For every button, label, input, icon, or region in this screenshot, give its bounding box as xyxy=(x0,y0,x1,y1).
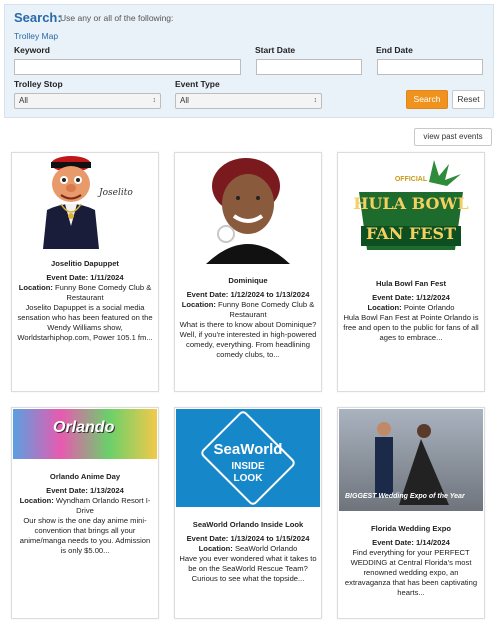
image-text: INSIDE xyxy=(231,461,265,472)
event-description: Find everything for your PERFECT WEDDING… xyxy=(344,548,478,597)
reset-button[interactable]: Reset xyxy=(452,90,485,109)
trolley-stop-value: All xyxy=(19,96,28,105)
event-image-anime: Orlando xyxy=(13,409,157,459)
event-date-label: Event Date: xyxy=(186,534,229,543)
event-location: Pointe Orlando xyxy=(403,303,455,312)
start-date-label: Start Date xyxy=(255,45,296,55)
event-name: SeaWorld Orlando Inside Look xyxy=(192,520,304,529)
event-description: Hula Bowl Fan Fest at Pointe Orlando is … xyxy=(343,313,479,342)
event-date: 1/14/2024 xyxy=(416,538,450,547)
select-arrows-icon: ↕ xyxy=(313,97,318,104)
event-date: 1/12/2024 xyxy=(416,293,450,302)
event-card[interactable]: SeaWorld INSIDE LOOK SeaWorld Orlando In… xyxy=(174,407,322,619)
event-date: 1/12/2024 to 1/13/2024 xyxy=(230,290,310,299)
event-date: 1/13/2024 xyxy=(90,486,124,495)
event-image-seaworld: SeaWorld INSIDE LOOK xyxy=(176,409,320,507)
event-card[interactable]: Joselito Joselitio Dapuppet Event Date: … xyxy=(11,152,159,392)
event-name: Joselitio Dapuppet xyxy=(51,259,119,268)
event-type-label: Event Type xyxy=(175,79,220,89)
search-title: Search: xyxy=(14,10,62,25)
event-description: What is there to know about Dominique? W… xyxy=(179,320,317,359)
image-text: LOOK xyxy=(233,473,263,484)
trolley-stop-select[interactable]: All ↕ xyxy=(14,93,161,109)
keyword-label: Keyword xyxy=(14,45,50,55)
trolley-stop-label: Trolley Stop xyxy=(14,79,63,89)
event-location: Funny Bone Comedy Club & Restaurant xyxy=(218,300,315,319)
event-image-wedding: BIGGEST Wedding Expo of the Year xyxy=(339,409,483,511)
event-name: Florida Wedding Expo xyxy=(370,524,452,533)
search-panel: Search: Use any or all of the following:… xyxy=(4,4,494,118)
event-card[interactable]: Dominique Event Date: 1/12/2024 to 1/13/… xyxy=(174,152,322,392)
image-caption: Joselito xyxy=(99,188,133,198)
event-type-select[interactable]: All ↕ xyxy=(175,93,322,109)
event-description: Our show is the one day anime mini-conve… xyxy=(19,516,151,555)
image-text: FAN FEST xyxy=(365,224,457,243)
event-card[interactable]: OFFICIAL HULA BOWL FAN FEST Hula Bowl Fa… xyxy=(337,152,485,392)
keyword-input[interactable] xyxy=(14,59,241,75)
event-date-label: Event Date: xyxy=(46,486,88,495)
event-date-label: Event Date: xyxy=(372,293,414,302)
event-description: Have you ever wondered what it takes to … xyxy=(179,554,317,583)
event-description: Joselito Dapuppet is a social media sens… xyxy=(17,303,153,342)
event-image-puppet: Joselito xyxy=(13,154,157,252)
search-button[interactable]: Search xyxy=(406,90,448,109)
image-text: SeaWorld xyxy=(213,441,283,458)
event-name: Hula Bowl Fan Fest xyxy=(375,279,447,288)
select-arrows-icon: ↕ xyxy=(152,97,157,104)
event-location: Wyndham Orlando Resort I-Drive xyxy=(55,496,151,515)
event-location-label: Location: xyxy=(198,544,233,553)
event-card[interactable]: BIGGEST Wedding Expo of the Year Florida… xyxy=(337,407,485,619)
image-text: Orlando xyxy=(53,419,115,436)
event-location-label: Location: xyxy=(367,303,402,312)
event-location: Funny Bone Comedy Club & Restaurant xyxy=(55,283,152,302)
event-date: 1/13/2024 to 1/15/2024 xyxy=(230,534,310,543)
end-date-input[interactable] xyxy=(377,59,483,75)
start-date-input[interactable] xyxy=(256,59,362,75)
event-location: SeaWorld Orlando xyxy=(234,544,298,553)
event-location-label: Location: xyxy=(181,300,216,309)
event-date-label: Event Date: xyxy=(46,273,89,282)
event-date-label: Event Date: xyxy=(372,538,414,547)
event-type-value: All xyxy=(180,96,189,105)
image-text: HULA BOWL xyxy=(353,194,469,213)
end-date-label: End Date xyxy=(376,45,413,55)
event-name: Orlando Anime Day xyxy=(49,472,121,481)
image-text: BIGGEST Wedding Expo of the Year xyxy=(345,493,465,500)
event-date: 1/11/2024 xyxy=(90,273,124,282)
event-location-label: Location: xyxy=(18,283,53,292)
event-date-label: Event Date: xyxy=(186,290,229,299)
image-text: OFFICIAL xyxy=(394,176,428,183)
view-past-events-button[interactable]: view past events xyxy=(414,128,492,146)
event-location-label: Location: xyxy=(19,496,54,505)
event-card[interactable]: Orlando Orlando Anime Day Event Date: 1/… xyxy=(11,407,159,619)
event-name: Dominique xyxy=(228,276,268,285)
trolley-map-link[interactable]: Trolley Map xyxy=(14,31,58,41)
search-hint: Use any or all of the following: xyxy=(60,13,174,23)
event-image-dominique xyxy=(176,154,320,264)
event-image-hula-bowl: OFFICIAL HULA BOWL FAN FEST xyxy=(339,154,483,264)
